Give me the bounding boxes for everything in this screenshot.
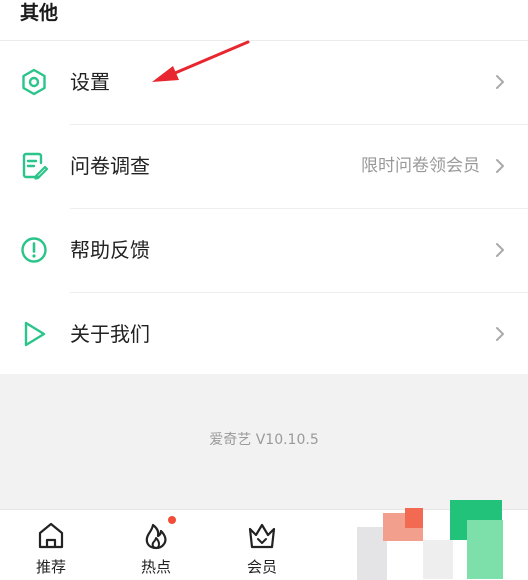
menu-item-label: 问卷调查 bbox=[70, 154, 150, 178]
menu-item-label: 关于我们 bbox=[70, 322, 150, 346]
obscured-region bbox=[467, 520, 503, 579]
chevron-right-icon bbox=[496, 75, 504, 89]
section-header: 其他 bbox=[0, 0, 528, 41]
survey-promo-hint: 限时问卷领会员 bbox=[361, 156, 480, 176]
flame-icon bbox=[145, 523, 167, 550]
help-exclamation-icon bbox=[21, 237, 47, 263]
menu-item-about-us[interactable]: 关于我们 bbox=[0, 293, 528, 376]
chevron-right-icon bbox=[496, 243, 504, 257]
chevron-right-icon bbox=[496, 159, 504, 173]
tab-hot[interactable]: 热点 bbox=[120, 510, 192, 580]
settings-menu: 设置 问卷调查 限时问卷领会员 帮助反馈 关于我们 bbox=[0, 41, 528, 374]
tab-vip[interactable]: 会员 bbox=[226, 510, 298, 580]
survey-document-icon bbox=[22, 152, 49, 180]
notification-badge bbox=[168, 516, 176, 524]
tab-recommend[interactable]: 推荐 bbox=[15, 510, 87, 580]
app-version-text: 爱奇艺 V10.10.5 bbox=[209, 432, 319, 448]
menu-item-survey[interactable]: 问卷调查 限时问卷领会员 bbox=[0, 125, 528, 208]
section-title: 其他 bbox=[20, 2, 59, 24]
home-icon bbox=[38, 522, 64, 549]
menu-item-label: 设置 bbox=[70, 70, 110, 94]
crown-icon bbox=[248, 523, 276, 549]
menu-item-label: 帮助反馈 bbox=[70, 238, 150, 262]
menu-item-help-feedback[interactable]: 帮助反馈 bbox=[0, 209, 528, 292]
tab-label: 热点 bbox=[140, 558, 171, 576]
obscured-region bbox=[405, 508, 423, 528]
obscured-region bbox=[423, 540, 453, 579]
chevron-right-icon bbox=[496, 327, 504, 341]
menu-item-settings[interactable]: 设置 bbox=[0, 41, 528, 124]
about-play-icon bbox=[24, 321, 46, 347]
tab-label: 推荐 bbox=[35, 558, 66, 576]
settings-hexagon-icon bbox=[22, 68, 46, 96]
tab-label: 会员 bbox=[246, 558, 277, 576]
annotation-arrow-icon bbox=[152, 40, 250, 82]
